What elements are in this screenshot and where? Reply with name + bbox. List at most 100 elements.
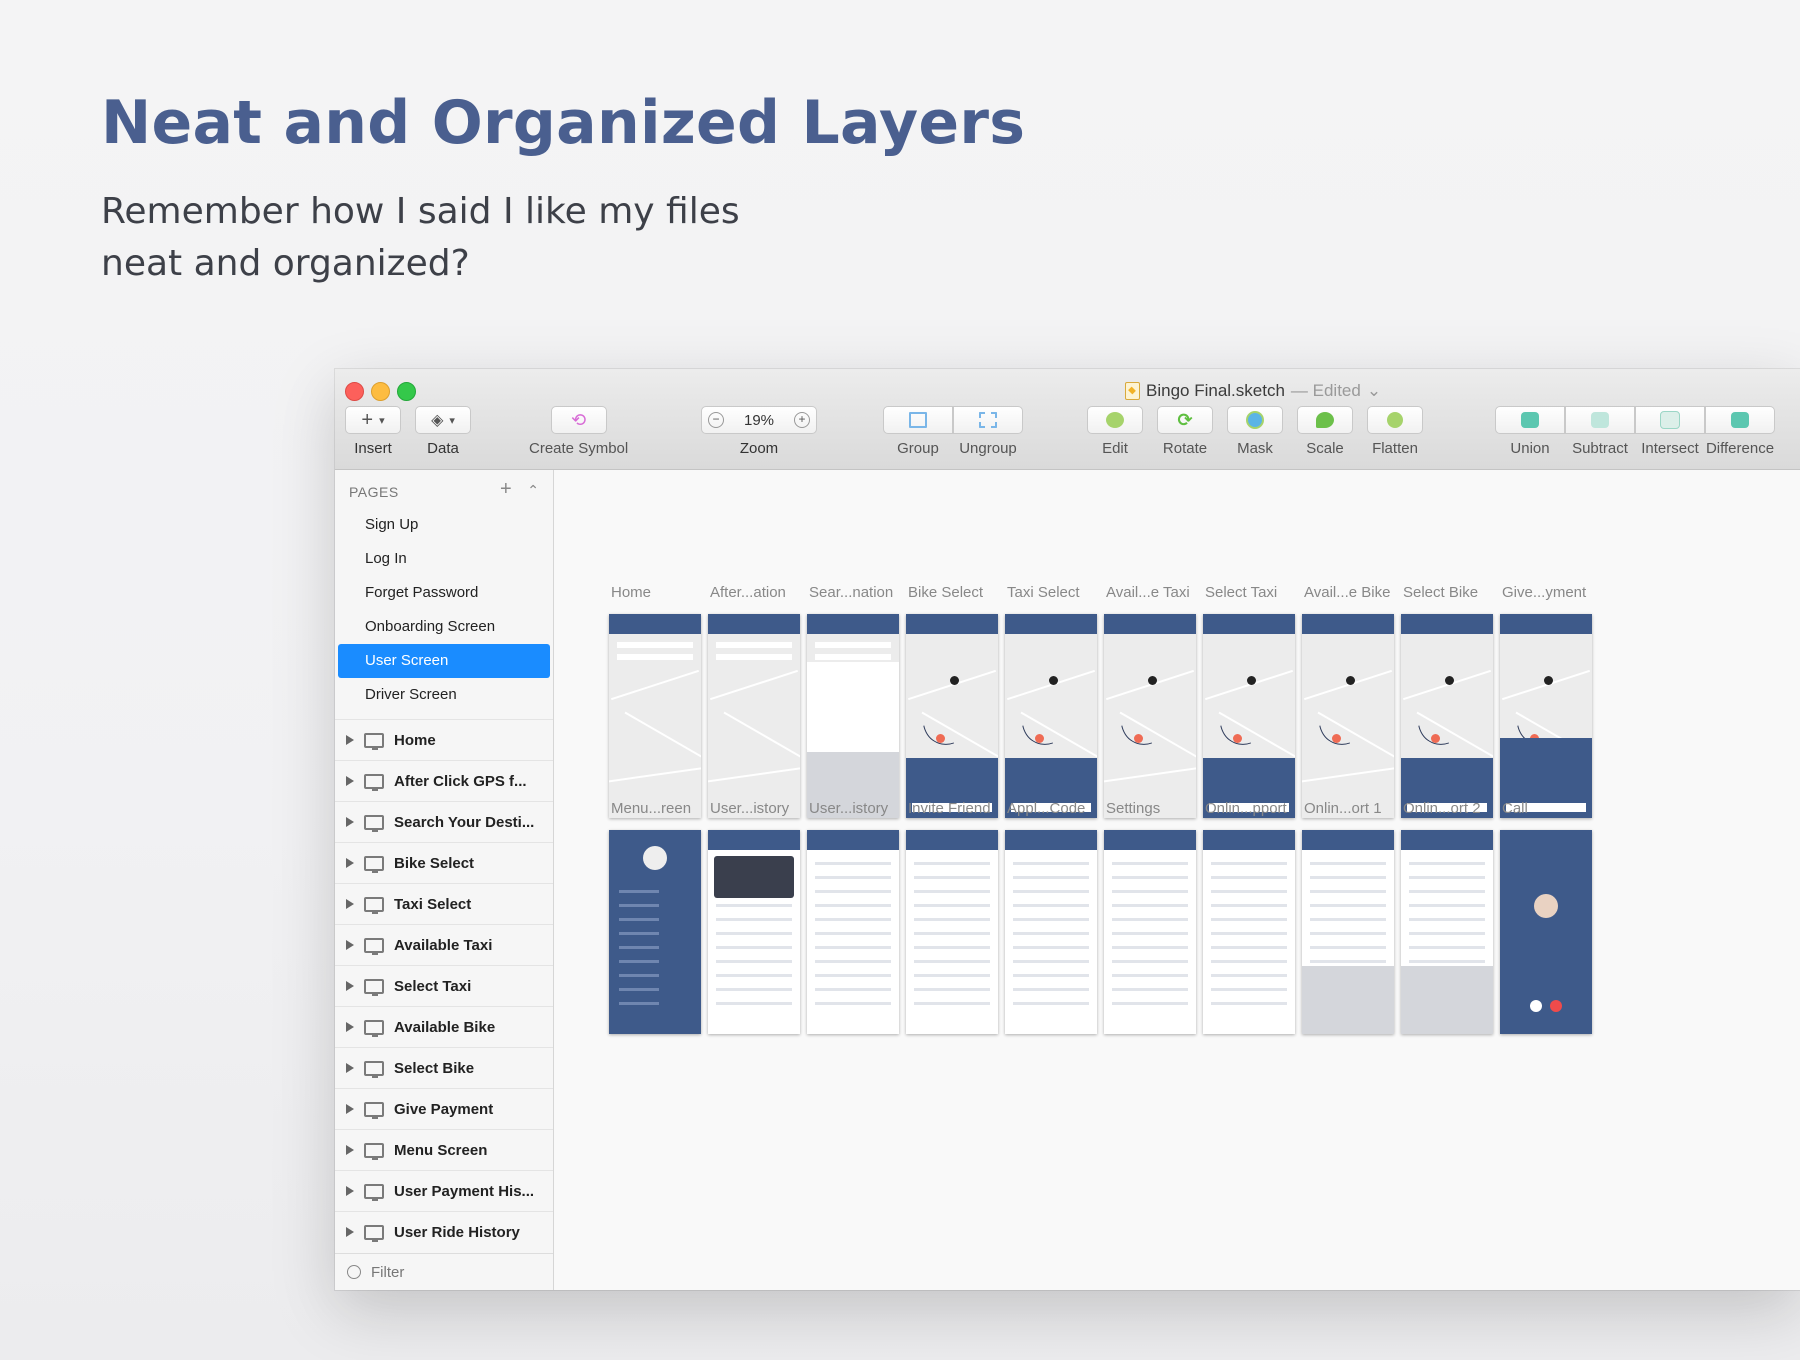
artboard-layer-item[interactable]: After Click GPS f... xyxy=(335,760,553,801)
difference-tool[interactable]: Difference xyxy=(1705,406,1775,457)
page-item[interactable]: Sign Up xyxy=(335,508,553,542)
disclosure-triangle-icon[interactable] xyxy=(346,735,354,745)
artboard-title[interactable]: Select Bike xyxy=(1403,584,1478,601)
artboard-layer-item[interactable]: Home xyxy=(335,719,553,760)
artboard-thumbnail[interactable] xyxy=(1401,830,1493,1034)
artboard-title[interactable]: Onlin...ort 1 xyxy=(1304,800,1382,817)
artboard-layer-item[interactable]: Search Your Desti... xyxy=(335,801,553,842)
artboard-title[interactable]: Menu...reen xyxy=(611,800,691,817)
artboard-layer-item[interactable]: Select Bike xyxy=(335,1047,553,1088)
disclosure-triangle-icon[interactable] xyxy=(346,899,354,909)
artboard-title[interactable]: Avail...e Bike xyxy=(1304,584,1390,601)
artboard-title[interactable]: Settings xyxy=(1106,800,1160,817)
artboard-title[interactable]: After...ation xyxy=(710,584,786,601)
union-tool[interactable]: Union xyxy=(1495,406,1565,457)
artboard-thumbnail[interactable] xyxy=(1005,830,1097,1034)
artboard-title[interactable]: Bike Select xyxy=(908,584,983,601)
artboard-layer-item[interactable]: User Payment His... xyxy=(335,1170,553,1211)
zoom-in-button[interactable]: + xyxy=(794,412,810,428)
artboard-title[interactable]: Sear...nation xyxy=(809,584,893,601)
artboard-thumbnail[interactable] xyxy=(1500,830,1592,1034)
artboard-title[interactable]: Onlin...ort 2 xyxy=(1403,800,1481,817)
artboard-title[interactable]: User...istory xyxy=(710,800,789,817)
subtract-tool[interactable]: Subtract xyxy=(1565,406,1635,457)
artboard-thumbnail[interactable] xyxy=(906,614,998,818)
page-item[interactable]: Onboarding Screen xyxy=(335,610,553,644)
list-line xyxy=(1310,932,1386,935)
artboard-title[interactable]: Appl...Code xyxy=(1007,800,1085,817)
intersect-tool[interactable]: Intersect xyxy=(1635,406,1705,457)
disclosure-triangle-icon[interactable] xyxy=(346,858,354,868)
artboard-title[interactable]: User...istory xyxy=(809,800,888,817)
artboard-thumbnail[interactable] xyxy=(1203,614,1295,818)
disclosure-triangle-icon[interactable] xyxy=(346,1022,354,1032)
page-item-selected[interactable]: User Screen xyxy=(338,644,550,678)
artboard-thumbnail[interactable] xyxy=(1104,830,1196,1034)
artboard-thumbnail[interactable] xyxy=(1104,614,1196,818)
disclosure-triangle-icon[interactable] xyxy=(346,1186,354,1196)
zoom-value[interactable]: 19% xyxy=(744,412,774,429)
artboard-layer-item[interactable]: Available Bike xyxy=(335,1006,553,1047)
ungroup-tool[interactable]: Ungroup xyxy=(953,406,1023,457)
disclosure-triangle-icon[interactable] xyxy=(346,981,354,991)
artboard-layer-item[interactable]: Give Payment xyxy=(335,1088,553,1129)
artboard-thumbnail[interactable] xyxy=(1302,614,1394,818)
artboard-title[interactable]: Give...yment xyxy=(1502,584,1586,601)
disclosure-triangle-icon[interactable] xyxy=(346,1063,354,1073)
rotate-tool[interactable]: ⟳ Rotate xyxy=(1157,406,1213,457)
add-page-icon[interactable]: + xyxy=(500,478,512,500)
artboard-thumbnail[interactable] xyxy=(807,830,899,1034)
data-tool[interactable]: ◈ ▾ Data xyxy=(415,406,471,457)
artboard-thumbnail[interactable] xyxy=(708,830,800,1034)
artboard-thumbnail[interactable] xyxy=(1401,614,1493,818)
artboard-thumbnail[interactable] xyxy=(1500,614,1592,818)
artboard-title[interactable]: Onlin...pport xyxy=(1205,800,1287,817)
scale-tool[interactable]: Scale xyxy=(1297,406,1353,457)
artboard-layer-item[interactable]: Taxi Select xyxy=(335,883,553,924)
create-symbol-tool[interactable]: ⟲ Create Symbol xyxy=(529,406,628,457)
minimize-window-button[interactable] xyxy=(371,382,390,401)
filter-bar[interactable]: Filter xyxy=(335,1253,553,1290)
artboard-layer-item[interactable]: Select Taxi xyxy=(335,965,553,1006)
artboard-thumbnail[interactable] xyxy=(807,614,899,818)
artboard-layer-item[interactable]: Bike Select xyxy=(335,842,553,883)
mask-tool[interactable]: Mask xyxy=(1227,406,1283,457)
group-tool[interactable]: Group xyxy=(883,406,953,457)
artboard-thumbnail[interactable] xyxy=(1005,614,1097,818)
collapse-pages-icon[interactable]: ⌃ xyxy=(527,482,539,498)
close-window-button[interactable] xyxy=(345,382,364,401)
artboard-title[interactable]: Select Taxi xyxy=(1205,584,1277,601)
artboard-thumbnail[interactable] xyxy=(1203,830,1295,1034)
disclosure-triangle-icon[interactable] xyxy=(346,776,354,786)
artboard-thumbnail[interactable] xyxy=(609,614,701,818)
flatten-tool[interactable]: Flatten xyxy=(1367,406,1423,457)
zoom-out-button[interactable]: − xyxy=(708,412,724,428)
artboard-thumbnail[interactable] xyxy=(708,614,800,818)
artboard-title[interactable]: Call xyxy=(1502,800,1528,817)
disclosure-triangle-icon[interactable] xyxy=(346,940,354,950)
intersect-icon xyxy=(1660,411,1680,429)
disclosure-triangle-icon[interactable] xyxy=(346,1104,354,1114)
artboard-layer-item[interactable]: User Ride History xyxy=(335,1211,553,1252)
artboard-title[interactable]: Home xyxy=(611,584,651,601)
chevron-down-icon[interactable]: ⌄ xyxy=(1367,381,1381,401)
artboard-thumbnail[interactable] xyxy=(1302,830,1394,1034)
artboard-thumbnail[interactable] xyxy=(906,830,998,1034)
page-item[interactable]: Log In xyxy=(335,542,553,576)
page-item[interactable]: Forget Password xyxy=(335,576,553,610)
zoom-window-button[interactable] xyxy=(397,382,416,401)
edit-tool[interactable]: Edit xyxy=(1087,406,1143,457)
disclosure-triangle-icon[interactable] xyxy=(346,1145,354,1155)
artboard-thumbnail[interactable] xyxy=(609,830,701,1034)
artboard-layer-item[interactable]: Menu Screen xyxy=(335,1129,553,1170)
artboard-title[interactable]: Avail...e Taxi xyxy=(1106,584,1190,601)
artboard-canvas[interactable]: Home After...ation Sear...nation Bike Selec… xyxy=(554,470,1800,1290)
insert-tool[interactable]: + ▾ Insert xyxy=(345,406,401,457)
disclosure-triangle-icon[interactable] xyxy=(346,817,354,827)
page-item[interactable]: Driver Screen xyxy=(335,678,553,712)
artboard-title[interactable]: Invite Friend xyxy=(908,800,991,817)
artboard-layer-item[interactable]: Available Taxi xyxy=(335,924,553,965)
list-line xyxy=(914,932,990,935)
disclosure-triangle-icon[interactable] xyxy=(346,1227,354,1237)
artboard-title[interactable]: Taxi Select xyxy=(1007,584,1080,601)
